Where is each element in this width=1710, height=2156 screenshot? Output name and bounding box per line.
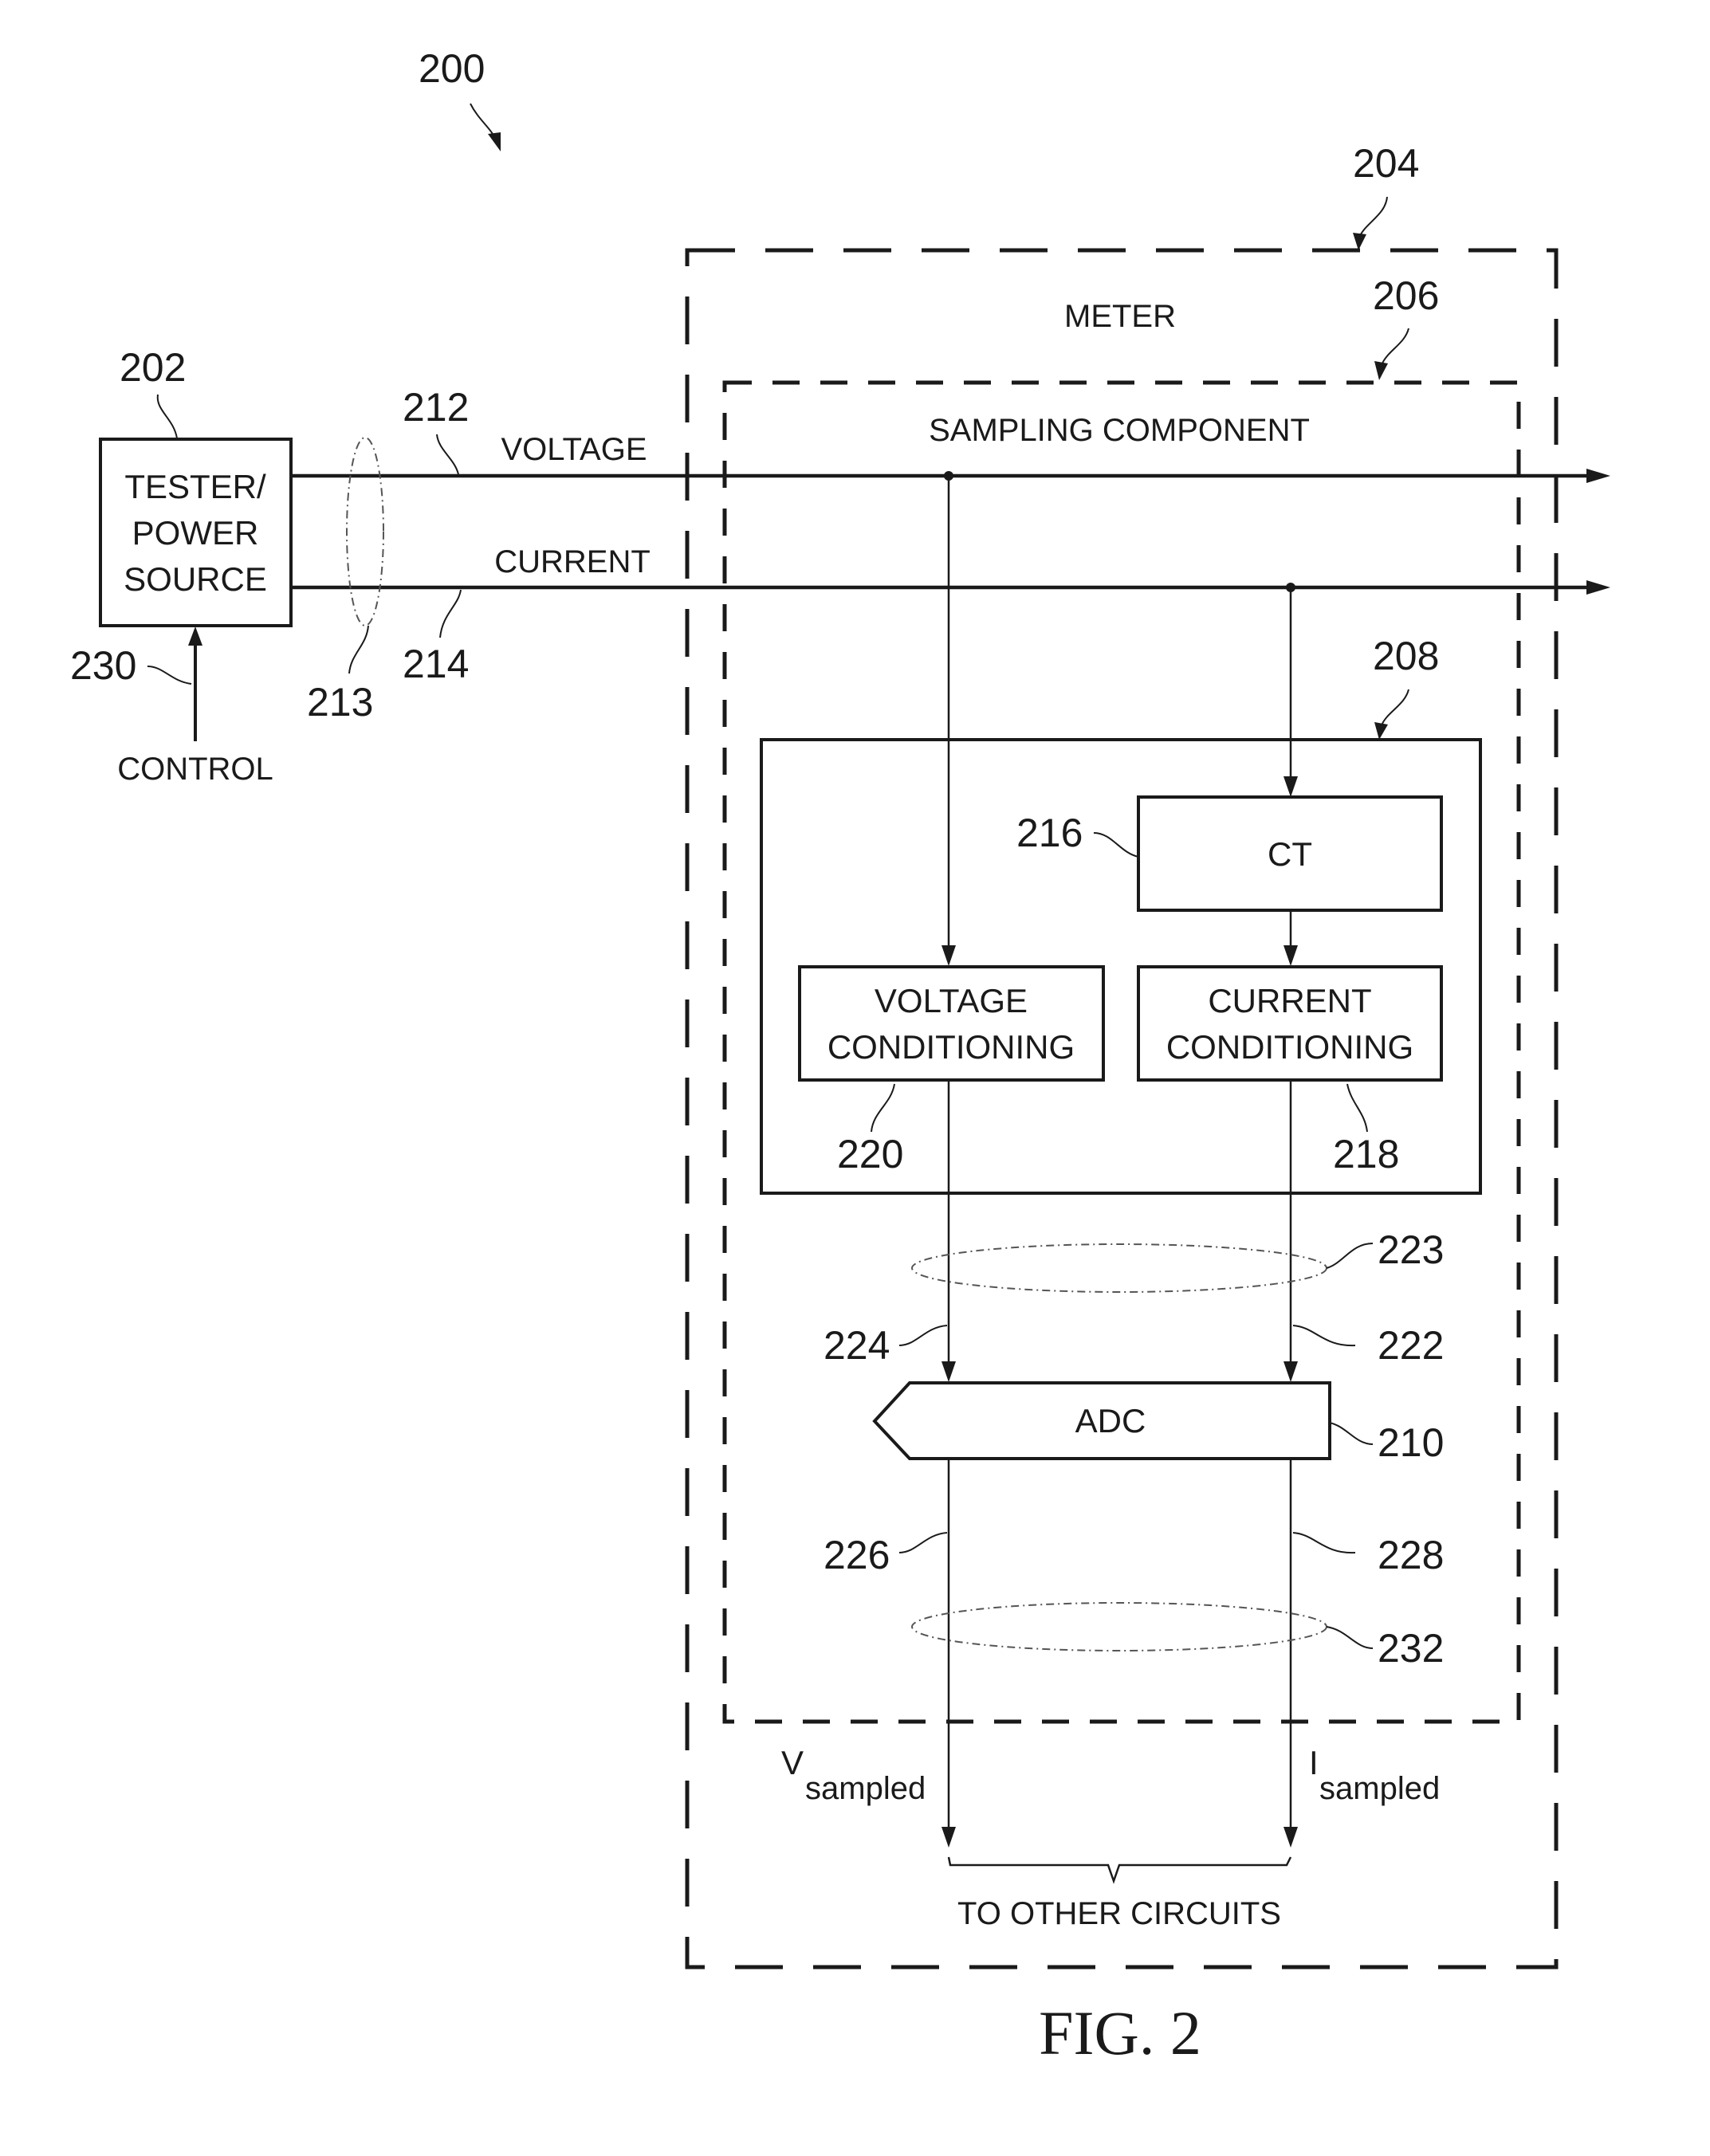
figure-caption: FIG. 2 xyxy=(1039,1998,1201,2068)
meter-box xyxy=(685,248,1559,1969)
ref-204-arrow-icon xyxy=(1353,233,1366,250)
ref-232: 232 xyxy=(1378,1626,1444,1671)
current-conditioning-line-2: CONDITIONING xyxy=(1166,1028,1413,1066)
current-out-arrow-icon xyxy=(1586,580,1610,595)
ref-204-leader xyxy=(1358,196,1388,238)
voltage-conditioning-line-2: CONDITIONING xyxy=(827,1028,1075,1066)
ref-223: 223 xyxy=(1378,1227,1444,1272)
bundle-232-ellipse xyxy=(911,1602,1327,1651)
v-sampled-sub: sampled xyxy=(805,1771,926,1806)
ref-228: 228 xyxy=(1378,1533,1444,1577)
bundle-213-ellipse xyxy=(346,437,384,626)
ref-224: 224 xyxy=(824,1323,890,1368)
line-222-arrow-icon xyxy=(1283,1361,1298,1382)
ref-208-leader xyxy=(1381,689,1409,726)
ref-208: 208 xyxy=(1373,634,1439,678)
ct-to-conditioning-arrow-icon xyxy=(1283,945,1298,966)
ref-230-leader xyxy=(147,666,192,685)
ref-212-leader xyxy=(436,434,459,475)
i-sampled-sub: sampled xyxy=(1319,1771,1440,1806)
ct-label: CT xyxy=(1268,835,1312,873)
current-conditioning-line-1: CURRENT xyxy=(1208,982,1371,1019)
ref-213: 213 xyxy=(307,680,373,725)
ref-202: 202 xyxy=(120,345,186,390)
ref-230: 230 xyxy=(70,643,136,688)
ref-224-leader xyxy=(898,1325,948,1346)
current-tap-arrow-icon xyxy=(1283,776,1298,797)
control-arrow-icon xyxy=(188,626,202,646)
ref-202-leader xyxy=(156,394,178,439)
ref-213-leader xyxy=(348,625,369,674)
ref-208-arrow-icon xyxy=(1374,722,1388,740)
ref-216: 216 xyxy=(1016,811,1083,855)
ref-226-leader xyxy=(898,1532,948,1553)
ref-223-leader xyxy=(1326,1243,1374,1269)
voltage-out-arrow-icon xyxy=(1586,469,1610,483)
meter-label: METER xyxy=(1064,299,1176,334)
ref-210-leader xyxy=(1329,1422,1374,1445)
tester-line-1: TESTER/ xyxy=(124,468,266,505)
ref-232-leader xyxy=(1326,1626,1374,1649)
current-label: CURRENT xyxy=(494,544,651,579)
voltage-conditioning-line-1: VOLTAGE xyxy=(875,982,1028,1019)
ref-206-leader xyxy=(1381,328,1409,366)
tester-line-2: POWER xyxy=(132,514,259,552)
voltage-label: VOLTAGE xyxy=(501,432,647,467)
ref-200-arrow-icon xyxy=(488,132,501,151)
ref-226: 226 xyxy=(824,1533,890,1577)
bundle-223-ellipse xyxy=(911,1243,1327,1293)
ref-218: 218 xyxy=(1333,1132,1399,1176)
ref-222-leader xyxy=(1292,1325,1356,1347)
v-sampled-arrow-icon xyxy=(941,1827,956,1848)
v-sampled-main: V xyxy=(781,1744,804,1781)
ref-222: 222 xyxy=(1378,1323,1444,1368)
ref-214: 214 xyxy=(403,642,469,686)
ref-200: 200 xyxy=(419,46,485,91)
sampling-component-label: SAMPLING COMPONENT xyxy=(929,413,1310,448)
fig2-diagram: 200 204 METER 206 SAMPLING COMPONENT TES… xyxy=(70,46,1610,2068)
ref-204: 204 xyxy=(1353,141,1419,186)
adc-label: ADC xyxy=(1075,1402,1146,1439)
ref-220-leader xyxy=(871,1083,895,1133)
tester-line-3: SOURCE xyxy=(124,560,267,598)
ref-216-leader xyxy=(1093,832,1139,858)
ref-210: 210 xyxy=(1378,1420,1444,1465)
ref-212: 212 xyxy=(403,385,469,430)
ref-218-leader xyxy=(1346,1083,1368,1133)
outputs-brace xyxy=(947,1856,1292,1884)
ref-228-leader xyxy=(1292,1532,1356,1554)
control-label: CONTROL xyxy=(117,752,273,787)
voltage-tap-arrow-icon xyxy=(941,945,956,966)
line-224-arrow-icon xyxy=(941,1361,956,1382)
i-sampled-arrow-icon xyxy=(1283,1827,1298,1848)
ref-206: 206 xyxy=(1373,273,1439,318)
ref-220: 220 xyxy=(837,1132,903,1176)
to-other-circuits-label: TO OTHER CIRCUITS xyxy=(957,1896,1281,1931)
i-sampled-main: I xyxy=(1309,1744,1319,1781)
ref-206-arrow-icon xyxy=(1374,361,1388,380)
ref-214-leader xyxy=(439,589,462,638)
